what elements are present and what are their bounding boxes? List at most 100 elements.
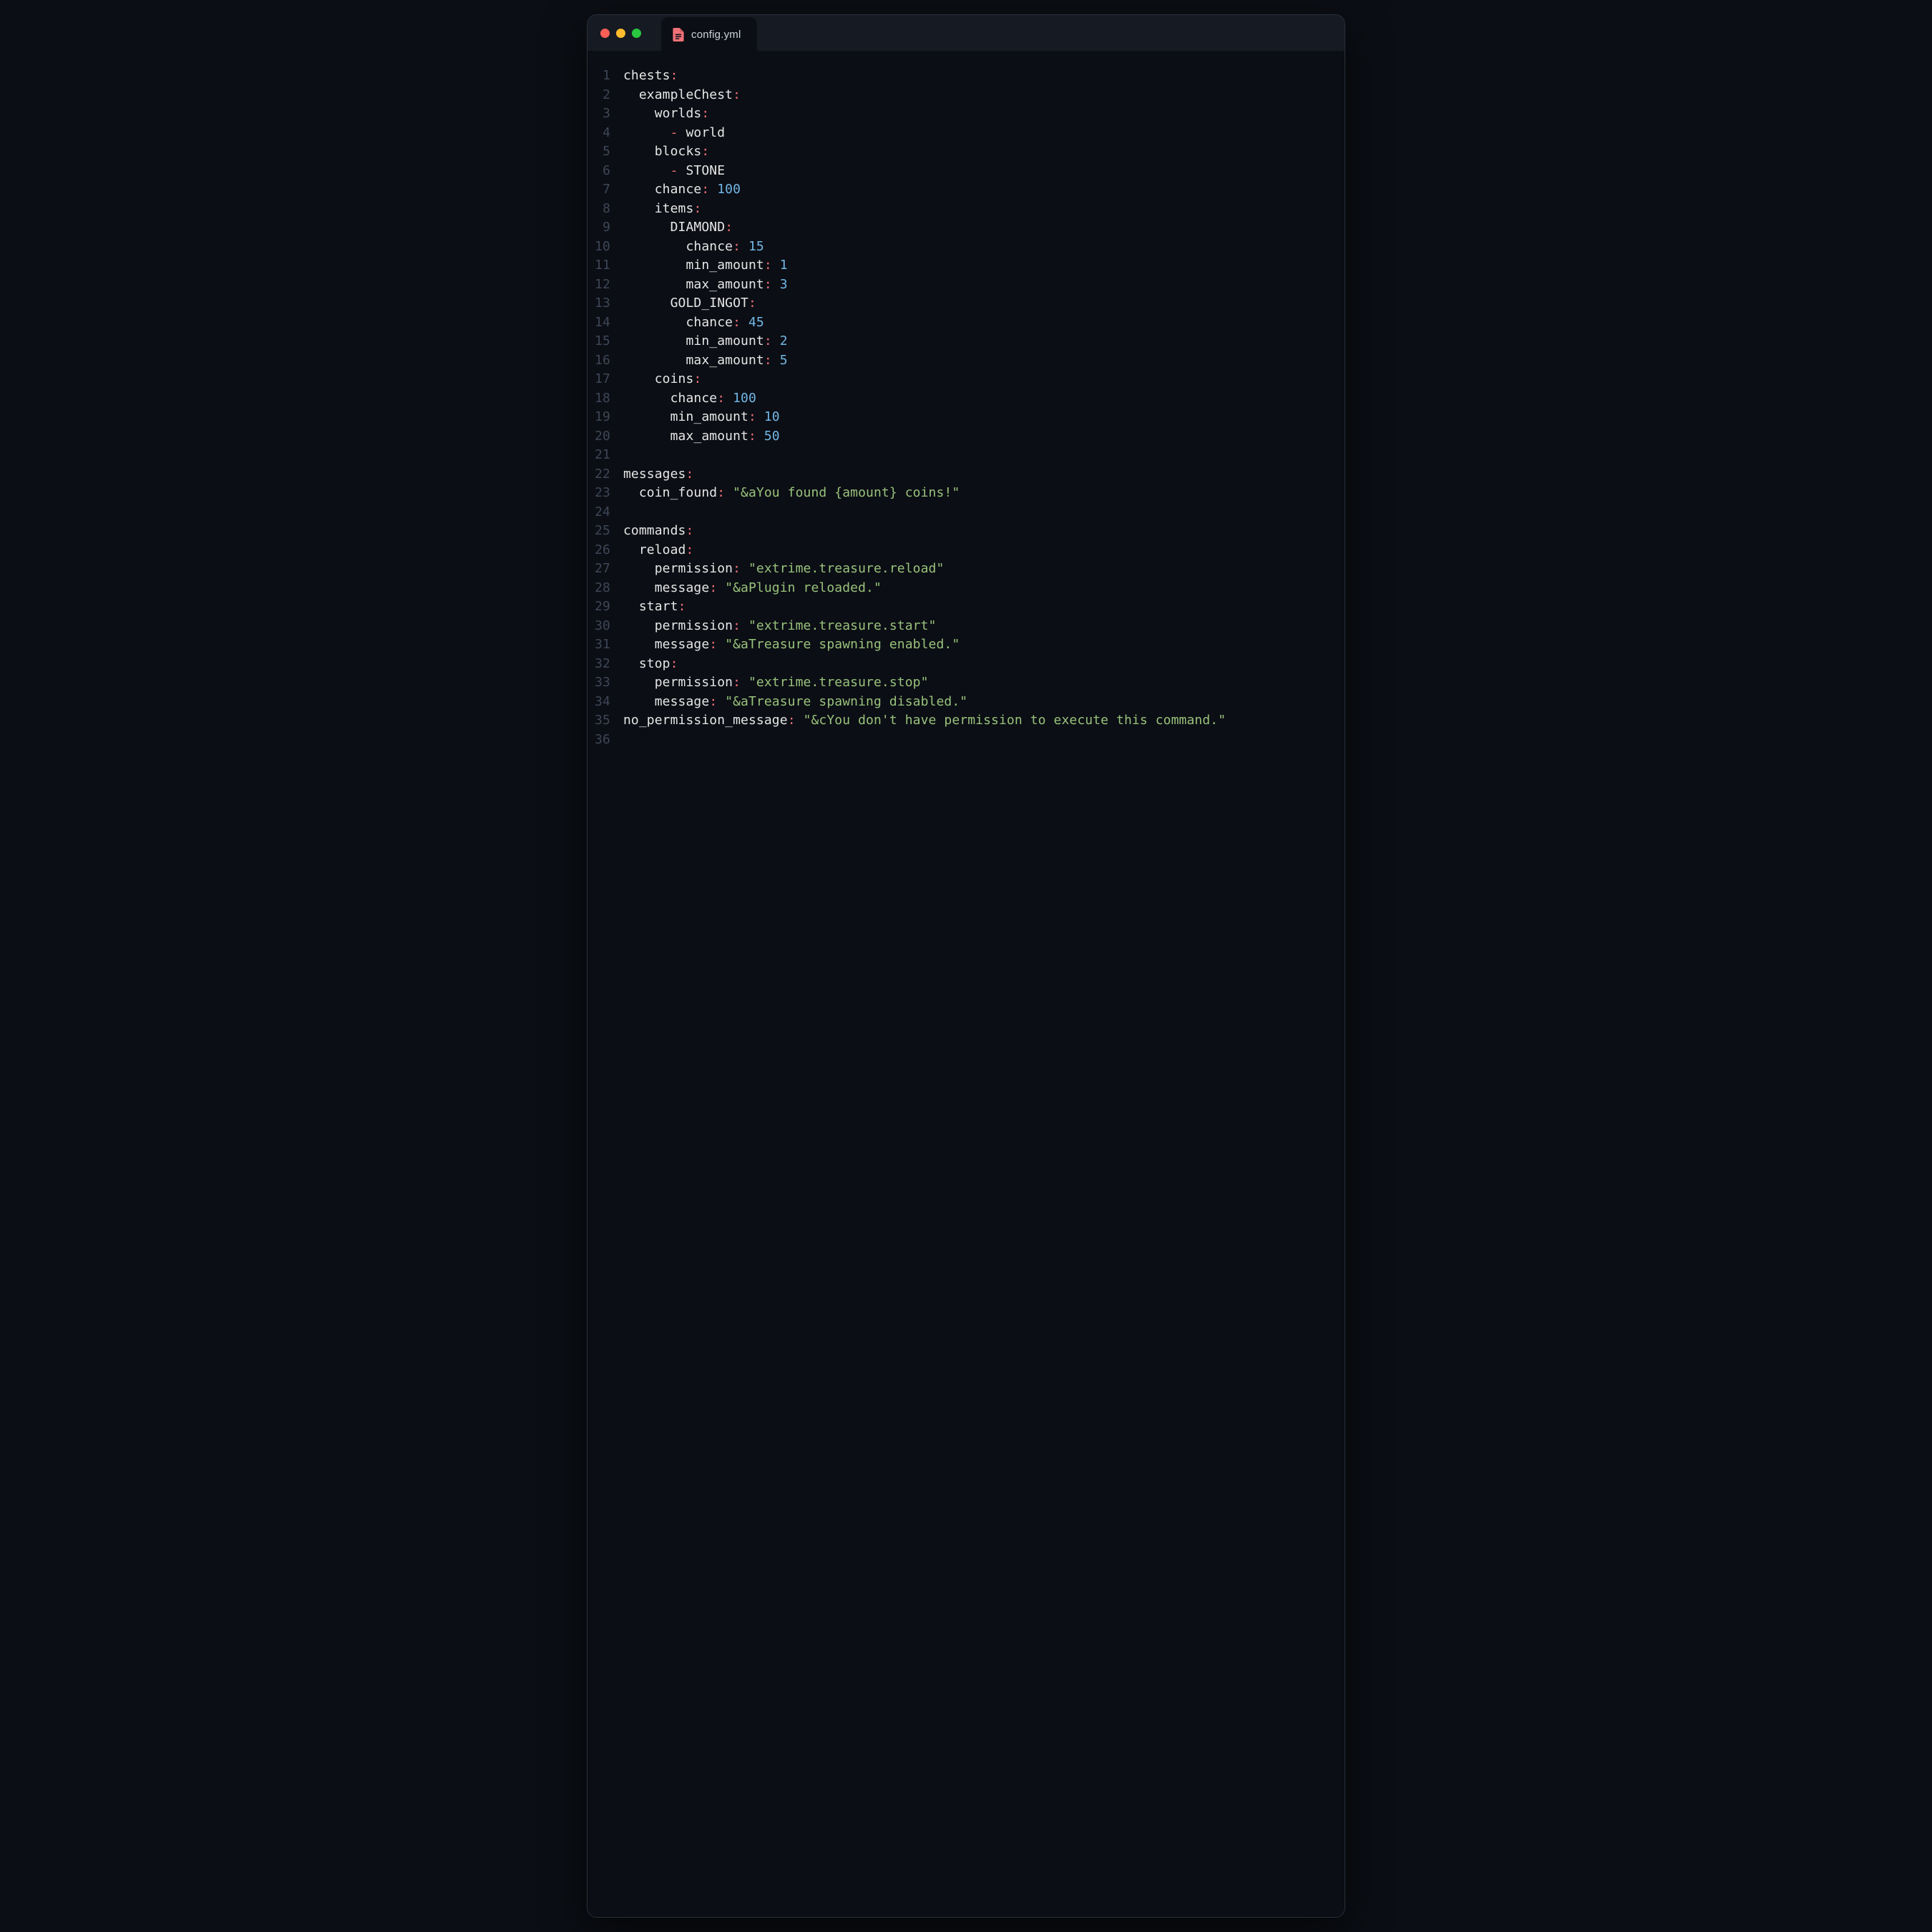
line-number: 15 [587, 332, 623, 351]
line-number: 14 [587, 313, 623, 333]
line-number: 33 [587, 673, 623, 693]
line-number: 11 [587, 256, 623, 275]
line-number: 32 [587, 655, 623, 674]
code-content: GOLD_INGOT: [623, 294, 1345, 313]
line-number: 12 [587, 275, 623, 295]
code-line[interactable]: 21 [587, 446, 1345, 465]
code-line[interactable]: 6 - STONE [587, 162, 1345, 181]
code-line[interactable]: 22messages: [587, 465, 1345, 484]
code-line[interactable]: 7 chance: 100 [587, 180, 1345, 200]
line-number: 6 [587, 162, 623, 181]
code-line[interactable]: 16 max_amount: 5 [587, 351, 1345, 371]
code-line[interactable]: 13 GOLD_INGOT: [587, 294, 1345, 313]
code-content: reload: [623, 541, 1345, 560]
code-content: chance: 100 [623, 389, 1345, 409]
code-content: coin_found: "&aYou found {amount} coins!… [623, 484, 1345, 503]
code-content: - STONE [623, 162, 1345, 181]
code-line[interactable]: 2 exampleChest: [587, 86, 1345, 105]
code-content: blocks: [623, 142, 1345, 162]
line-number: 7 [587, 180, 623, 200]
code-content: messages: [623, 465, 1345, 484]
tab-config-yml[interactable]: config.yml [661, 17, 757, 52]
code-content [623, 446, 1345, 465]
code-content: chance: 100 [623, 180, 1345, 200]
code-line[interactable]: 31 message: "&aTreasure spawning enabled… [587, 635, 1345, 655]
line-number: 30 [587, 617, 623, 636]
code-line[interactable]: 3 worlds: [587, 104, 1345, 124]
code-content [623, 731, 1345, 750]
code-line[interactable]: 14 chance: 45 [587, 313, 1345, 333]
code-content: chests: [623, 67, 1345, 86]
code-line[interactable]: 23 coin_found: "&aYou found {amount} coi… [587, 484, 1345, 503]
code-line[interactable]: 11 min_amount: 1 [587, 256, 1345, 275]
code-line[interactable]: 27 permission: "extrime.treasure.reload" [587, 560, 1345, 579]
code-line[interactable]: 28 message: "&aPlugin reloaded." [587, 579, 1345, 598]
code-content: max_amount: 5 [623, 351, 1345, 371]
code-line[interactable]: 8 items: [587, 200, 1345, 219]
line-number: 10 [587, 238, 623, 257]
code-line[interactable]: 34 message: "&aTreasure spawning disable… [587, 693, 1345, 712]
line-number: 19 [587, 408, 623, 427]
code-line[interactable]: 24 [587, 503, 1345, 522]
code-content [623, 503, 1345, 522]
code-line[interactable]: 5 blocks: [587, 142, 1345, 162]
code-content: permission: "extrime.treasure.reload" [623, 560, 1345, 579]
line-number: 24 [587, 503, 623, 522]
tab-label: config.yml [691, 29, 741, 41]
code-editor[interactable]: 1chests:2 exampleChest:3 worlds:4 - worl… [587, 51, 1345, 771]
code-content: commands: [623, 522, 1345, 541]
line-number: 36 [587, 731, 623, 750]
code-content: min_amount: 2 [623, 332, 1345, 351]
code-line[interactable]: 32 stop: [587, 655, 1345, 674]
line-number: 8 [587, 200, 623, 219]
line-number: 29 [587, 597, 623, 617]
code-content: min_amount: 1 [623, 256, 1345, 275]
zoom-icon[interactable] [632, 29, 641, 38]
code-line[interactable]: 29 start: [587, 597, 1345, 617]
code-line[interactable]: 15 min_amount: 2 [587, 332, 1345, 351]
code-content: min_amount: 10 [623, 408, 1345, 427]
code-content: chance: 45 [623, 313, 1345, 333]
line-number: 35 [587, 711, 623, 731]
line-number: 20 [587, 427, 623, 447]
close-icon[interactable] [600, 29, 610, 38]
code-line[interactable]: 19 min_amount: 10 [587, 408, 1345, 427]
code-content: max_amount: 3 [623, 275, 1345, 295]
line-number: 3 [587, 104, 623, 124]
editor-window: config.yml 1chests:2 exampleChest:3 worl… [587, 14, 1345, 1918]
code-line[interactable]: 20 max_amount: 50 [587, 427, 1345, 447]
line-number: 26 [587, 541, 623, 560]
code-content: coins: [623, 370, 1345, 389]
file-icon [673, 28, 684, 42]
line-number: 13 [587, 294, 623, 313]
line-number: 2 [587, 86, 623, 105]
code-line[interactable]: 33 permission: "extrime.treasure.stop" [587, 673, 1345, 693]
code-line[interactable]: 36 [587, 731, 1345, 750]
code-line[interactable]: 30 permission: "extrime.treasure.start" [587, 617, 1345, 636]
line-number: 22 [587, 465, 623, 484]
code-line[interactable]: 4 - world [587, 124, 1345, 143]
code-line[interactable]: 25commands: [587, 522, 1345, 541]
code-line[interactable]: 12 max_amount: 3 [587, 275, 1345, 295]
line-number: 16 [587, 351, 623, 371]
code-content: message: "&aTreasure spawning enabled." [623, 635, 1345, 655]
code-content: message: "&aTreasure spawning disabled." [623, 693, 1345, 712]
line-number: 18 [587, 389, 623, 409]
line-number: 9 [587, 218, 623, 238]
code-line[interactable]: 9 DIAMOND: [587, 218, 1345, 238]
code-line[interactable]: 35no_permission_message: "&cYou don't ha… [587, 711, 1345, 731]
code-line[interactable]: 18 chance: 100 [587, 389, 1345, 409]
code-content: stop: [623, 655, 1345, 674]
code-line[interactable]: 1chests: [587, 67, 1345, 86]
code-content: DIAMOND: [623, 218, 1345, 238]
minimize-icon[interactable] [616, 29, 625, 38]
code-content: permission: "extrime.treasure.stop" [623, 673, 1345, 693]
code-line[interactable]: 10 chance: 15 [587, 238, 1345, 257]
window-controls [600, 29, 641, 38]
code-content: worlds: [623, 104, 1345, 124]
line-number: 31 [587, 635, 623, 655]
line-number: 27 [587, 560, 623, 579]
code-content: items: [623, 200, 1345, 219]
code-line[interactable]: 26 reload: [587, 541, 1345, 560]
code-line[interactable]: 17 coins: [587, 370, 1345, 389]
